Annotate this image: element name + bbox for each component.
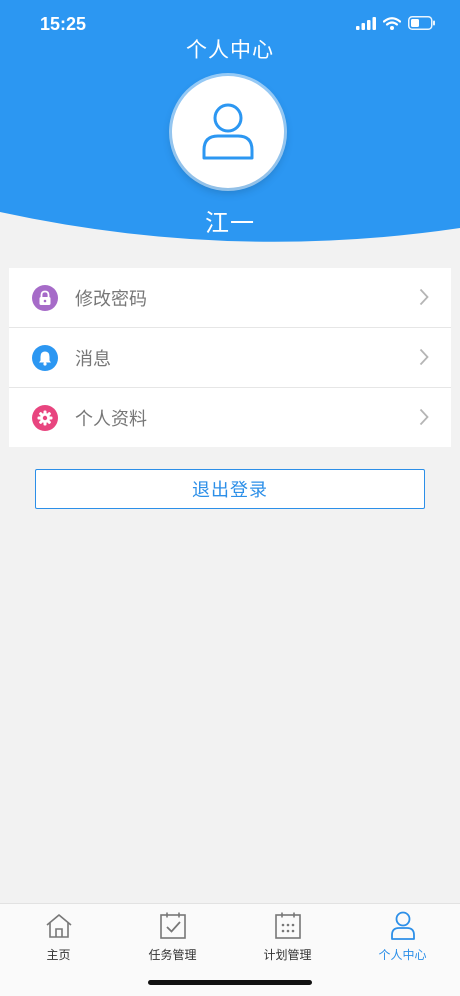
status-icons — [356, 16, 436, 30]
tab-label: 计划管理 — [263, 948, 312, 962]
tab-profile-center[interactable]: 个人中心 — [345, 910, 460, 963]
home-indicator — [148, 980, 312, 985]
gear-icon — [32, 404, 58, 431]
chevron-right-icon — [419, 408, 429, 426]
tab-label: 主页 — [46, 948, 71, 962]
home-icon — [45, 914, 72, 938]
menu-item-change-password[interactable]: 修改密码 — [9, 268, 451, 328]
menu-item-profile[interactable]: 个人资料 — [9, 388, 451, 447]
tab-plan-management[interactable]: 计划管理 — [230, 910, 345, 963]
cellular-signal-icon — [356, 16, 376, 30]
tab-label: 任务管理 — [148, 948, 197, 962]
menu-item-messages[interactable]: 消息 — [9, 328, 451, 388]
user-avatar-icon — [202, 103, 254, 160]
tab-home[interactable]: 主页 — [1, 910, 116, 963]
avatar[interactable] — [172, 76, 284, 188]
username: 江一 — [205, 209, 255, 237]
tab-label: 个人中心 — [378, 948, 427, 962]
person-icon — [390, 911, 415, 940]
task-check-icon — [159, 912, 186, 939]
lock-icon — [32, 284, 58, 311]
page-title: 个人中心 — [186, 38, 274, 62]
battery-icon — [408, 16, 435, 30]
chevron-right-icon — [419, 348, 429, 366]
profile-header: 15:25 个人中心 江一 — [0, 0, 460, 250]
profile-menu: 修改密码 消息 个人资料 — [9, 268, 451, 447]
menu-item-label: 消息 — [75, 348, 111, 370]
menu-item-label: 修改密码 — [75, 288, 147, 310]
bell-icon — [32, 344, 58, 371]
wifi-icon — [383, 16, 401, 30]
logout-button[interactable]: 退出登录 — [35, 469, 425, 509]
menu-item-label: 个人资料 — [75, 408, 147, 430]
calendar-icon — [274, 912, 301, 939]
chevron-right-icon — [419, 288, 429, 306]
tab-task-management[interactable]: 任务管理 — [115, 910, 230, 963]
status-time: 15:25 — [40, 14, 87, 34]
